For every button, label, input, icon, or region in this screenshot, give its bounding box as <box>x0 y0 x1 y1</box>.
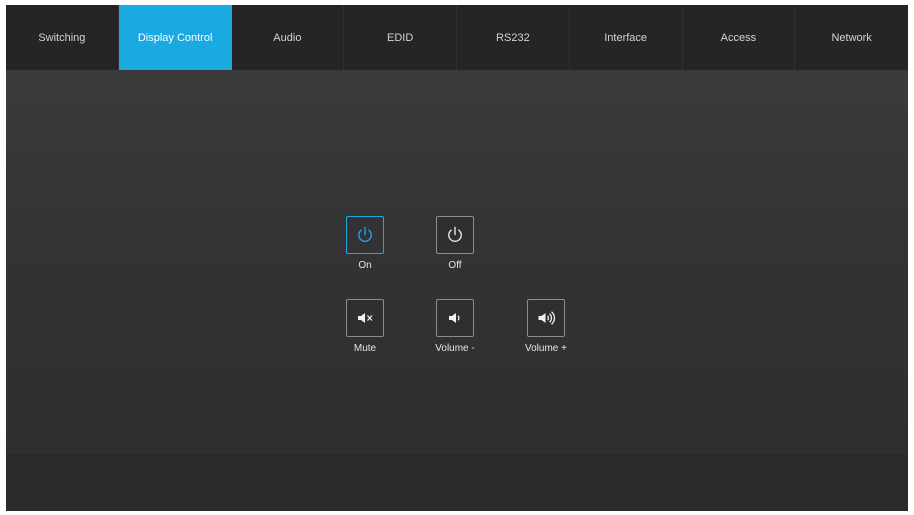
power-icon <box>448 226 462 242</box>
power-on-label: On <box>358 260 372 271</box>
tab-interface[interactable]: Interface <box>570 5 683 70</box>
power-off-control: Off <box>415 216 495 272</box>
power-icon <box>358 226 372 242</box>
volume-down-button[interactable] <box>436 299 474 337</box>
volume-up-control: Volume + <box>506 299 586 355</box>
mute-button[interactable] <box>346 299 384 337</box>
volume-down-icon <box>449 313 460 323</box>
mute-control: Mute <box>325 299 405 355</box>
power-on-control: On <box>325 216 405 272</box>
volume-down-control: Volume - <box>415 299 495 355</box>
volume-mute-icon <box>358 313 373 323</box>
volume-down-label: Volume - <box>435 343 475 354</box>
footer-bar <box>6 454 908 511</box>
volume-up-icon <box>538 311 556 325</box>
tab-access[interactable]: Access <box>683 5 796 70</box>
display-control-panel: On Off Mute Volume - Volume + <box>6 70 908 454</box>
tab-edid[interactable]: EDID <box>344 5 457 70</box>
app-window: Switching Display Control Audio EDID RS2… <box>6 5 908 511</box>
tab-audio[interactable]: Audio <box>232 5 345 70</box>
volume-up-label: Volume + <box>525 343 567 354</box>
tab-bar: Switching Display Control Audio EDID RS2… <box>6 5 908 70</box>
power-on-button[interactable] <box>346 216 384 254</box>
tab-switching[interactable]: Switching <box>6 5 119 70</box>
volume-up-button[interactable] <box>527 299 565 337</box>
power-off-label: Off <box>448 260 462 271</box>
tab-rs232[interactable]: RS232 <box>457 5 570 70</box>
tab-network[interactable]: Network <box>795 5 908 70</box>
power-off-button[interactable] <box>436 216 474 254</box>
tab-display-control[interactable]: Display Control <box>118 5 232 70</box>
mute-label: Mute <box>353 343 377 354</box>
